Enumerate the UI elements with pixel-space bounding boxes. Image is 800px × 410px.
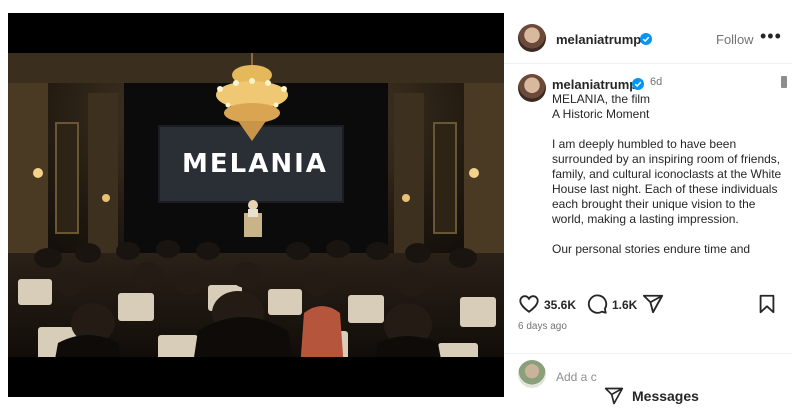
caption-text: MELANIA, the film A Historic Moment I am… xyxy=(552,92,782,257)
comment-box: Add a c Messages xyxy=(504,353,792,405)
send-icon xyxy=(604,387,624,405)
action-bar: 35.6K 1.6K xyxy=(504,293,792,319)
more-options-icon[interactable]: ••• xyxy=(760,26,782,47)
like-count[interactable]: 35.6K xyxy=(544,298,576,312)
caption-paragraph: I am deeply humbled to have been surroun… xyxy=(552,137,782,226)
messages-label: Messages xyxy=(632,388,699,404)
caption-fade xyxy=(544,275,784,291)
caption-line: A Historic Moment xyxy=(552,107,650,121)
follow-button[interactable]: Follow xyxy=(716,32,754,47)
post-date[interactable]: 6 days ago xyxy=(518,321,567,332)
caption-username[interactable]: melaniatrump xyxy=(552,77,637,92)
caption-verified-badge-icon xyxy=(632,78,644,90)
heart-icon[interactable] xyxy=(518,293,540,315)
messages-button[interactable]: Messages xyxy=(604,382,699,410)
caption-line: MELANIA, the film xyxy=(552,92,651,106)
post-media[interactable]: MELANIA xyxy=(8,13,504,397)
add-comment-input[interactable]: Add a c xyxy=(556,370,597,384)
caption-scrollbar[interactable] xyxy=(781,76,787,88)
author-username[interactable]: melaniatrump xyxy=(556,32,641,47)
post-sidebar: melaniatrump Follow ••• melaniatrump 6d … xyxy=(504,13,800,407)
caption-avatar[interactable] xyxy=(518,74,546,102)
verified-badge-icon xyxy=(640,33,652,45)
comment-count[interactable]: 1.6K xyxy=(612,298,637,312)
caption-paragraph: Our personal stories endure time and xyxy=(552,242,751,256)
share-icon[interactable] xyxy=(642,293,664,315)
event-photo xyxy=(8,13,504,397)
post-header: melaniatrump Follow ••• xyxy=(504,13,792,64)
avatar[interactable] xyxy=(518,24,546,52)
commenter-avatar xyxy=(518,360,546,388)
bookmark-icon[interactable] xyxy=(756,293,778,315)
comment-icon[interactable] xyxy=(586,293,608,315)
screen-title: MELANIA xyxy=(182,149,328,179)
post-time[interactable]: 6d xyxy=(650,76,662,88)
